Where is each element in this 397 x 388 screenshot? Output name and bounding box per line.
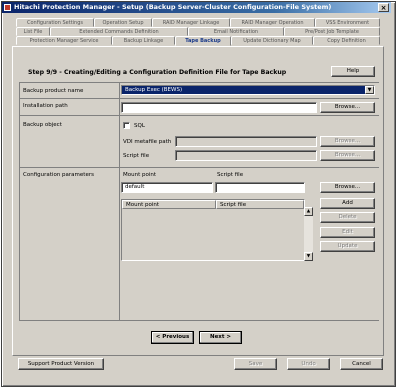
script-file-label: Script file [123, 153, 150, 159]
tab-row-1: Configuration Settings Operation Setup R… [16, 18, 380, 27]
install-path-input[interactable] [121, 102, 317, 113]
script-file-col-label: Script file [217, 172, 244, 178]
table-header-mount-point[interactable]: Mount point [122, 200, 216, 209]
tab-operation-setup[interactable]: Operation Setup [94, 18, 152, 27]
sql-label: SQL [134, 123, 145, 129]
script-file-input [175, 150, 317, 161]
edit-button: Edit [320, 227, 375, 238]
tab-update-dictionary-map[interactable]: Update Dictionary Map [231, 36, 313, 45]
install-path-browse-button[interactable]: Browse... [320, 102, 375, 113]
scroll-down-icon[interactable]: ▼ [304, 252, 313, 261]
tab-list-file[interactable]: List File [16, 27, 50, 36]
sql-checkbox[interactable] [123, 122, 130, 129]
add-button[interactable]: Add [320, 198, 375, 209]
save-button: Save [234, 358, 277, 370]
grid-row-divider [19, 320, 379, 321]
grid-divider [119, 82, 120, 320]
tab-configuration-settings[interactable]: Configuration Settings [16, 18, 94, 27]
table-scrollbar[interactable]: ▲ ▼ [304, 207, 313, 261]
app-icon [4, 4, 11, 11]
next-button[interactable]: Next > [199, 331, 242, 344]
params-browse-button[interactable]: Browse... [320, 182, 375, 193]
title-bar: Hitachi Protection Manager - Setup (Back… [2, 2, 391, 13]
delete-button: Delete [320, 212, 375, 223]
script-file-param-input[interactable] [215, 182, 305, 193]
backup-product-value: Backup Exec (BEWS) [125, 87, 183, 93]
previous-button[interactable]: < Previous [151, 331, 194, 344]
mount-point-label: Mount point [123, 172, 157, 178]
tab-email-notification[interactable]: Email Notification [188, 27, 284, 36]
scroll-up-icon[interactable]: ▲ [304, 207, 313, 216]
config-params-label: Configuration parameters [23, 172, 94, 178]
tab-vss-environment[interactable]: VSS Environment [315, 18, 380, 27]
window-title: Hitachi Protection Manager - Setup (Back… [14, 3, 332, 11]
backup-object-label: Backup object [23, 122, 62, 128]
support-product-version-button[interactable]: Support Product Version [18, 358, 104, 370]
tab-pre-post-job-template[interactable]: Pre/Post Job Template [284, 27, 380, 36]
backup-product-label: Backup product name [23, 88, 84, 94]
backup-product-select[interactable]: Backup Exec (BEWS) ▼ [121, 85, 375, 95]
tab-raid-manager-linkage[interactable]: RAID Manager Linkage [152, 18, 230, 27]
tab-row-2: List File Extended Commands Definition E… [16, 27, 380, 36]
script-browse-button: Browse... [320, 150, 375, 161]
help-button[interactable]: Help [331, 66, 375, 77]
undo-button: Undo [287, 358, 330, 370]
tab-tape-backup[interactable]: Tape Backup [175, 36, 231, 46]
mount-point-input[interactable]: default [121, 182, 213, 193]
vdi-label: VDI metafile path [123, 139, 172, 145]
table-header-script-file[interactable]: Script file [216, 200, 304, 209]
vdi-metafile-input [175, 136, 317, 147]
grid-row-divider [19, 115, 379, 116]
cancel-button[interactable]: Cancel [340, 358, 383, 370]
tab-extended-commands[interactable]: Extended Commands Definition [50, 27, 188, 36]
grid-row-divider [19, 98, 379, 99]
chevron-down-icon[interactable]: ▼ [365, 86, 374, 94]
tab-copy-definition[interactable]: Copy Definition [313, 36, 380, 45]
tab-raid-manager-operation[interactable]: RAID Manager Operation [230, 18, 315, 27]
tab-backup-linkage[interactable]: Backup Linkage [112, 36, 175, 45]
install-path-label: Installation path [23, 103, 68, 109]
update-button: Update [320, 241, 375, 252]
step-title: Step 9/9 - Creating/Editing a Configurat… [28, 69, 287, 76]
close-icon[interactable]: × [378, 3, 389, 12]
params-table[interactable]: Mount point Script file [121, 199, 305, 261]
vdi-browse-button: Browse... [320, 136, 375, 147]
tab-row-3: Protection Manager Service Backup Linkag… [16, 36, 380, 46]
grid-row-divider [19, 167, 379, 168]
tab-protection-manager-service[interactable]: Protection Manager Service [16, 36, 112, 45]
